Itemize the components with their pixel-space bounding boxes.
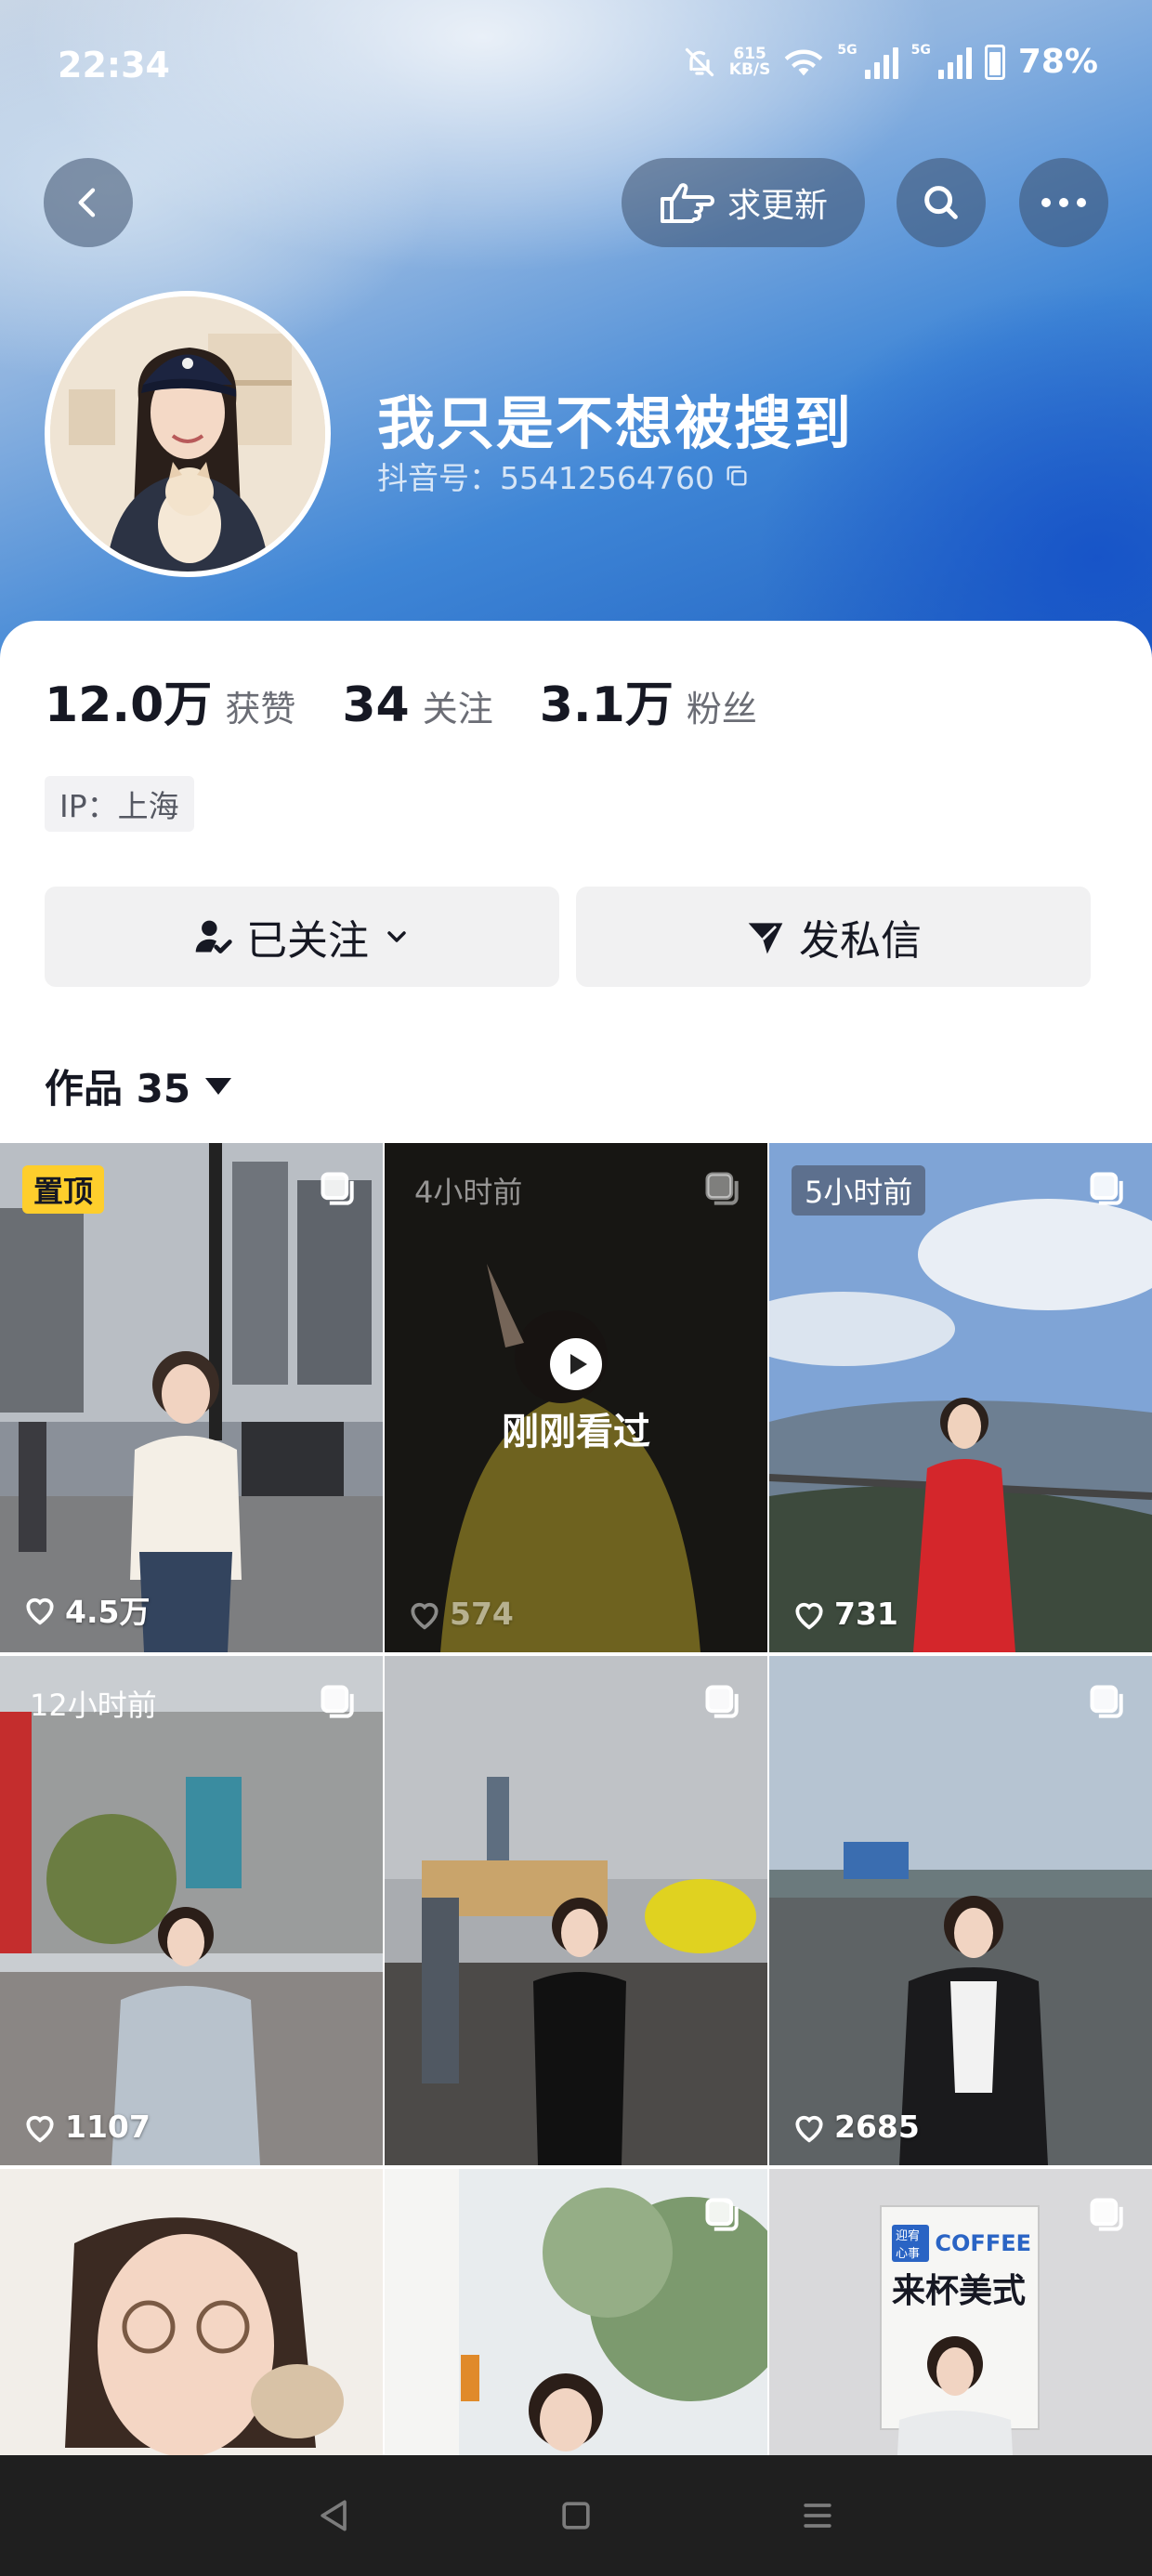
just-watched-label: 刚刚看过 [385, 1338, 767, 1455]
battery-percent: 78% [1017, 43, 1098, 81]
video-tile[interactable]: 4小时前 刚刚看过 574 [385, 1143, 767, 1652]
video-thumbnail [769, 1656, 1152, 2165]
nav-back-icon[interactable] [314, 2495, 355, 2536]
profile-stats: 12.0万 获赞 34 关注 3.1万 粉丝 [45, 665, 804, 735]
profile-name: 我只是不想被搜到 [377, 389, 854, 457]
play-icon [550, 1338, 602, 1390]
stat-followers-label: 粉丝 [686, 689, 757, 729]
send-message-label: 发私信 [799, 917, 922, 965]
system-navigation-bar [0, 2455, 1152, 2576]
like-count: 4.5万 [22, 1587, 150, 1632]
send-message-button[interactable]: 发私信 [576, 887, 1091, 987]
status-bar: 22:34 615 KB/S 5G 5G 78% [0, 0, 1152, 139]
network-speed: 615 KB/S [728, 44, 771, 79]
video-thumbnail [0, 1656, 383, 2165]
following-button-label: 已关注 [246, 917, 369, 965]
status-time: 22:34 [58, 45, 170, 85]
status-icons: 615 KB/S 5G 5G 78% [683, 43, 1098, 81]
stat-following-label: 关注 [422, 689, 493, 729]
nav-home-icon[interactable] [556, 2495, 596, 2536]
signal2-label: 5G [910, 43, 931, 58]
stat-likes-value: 12.0万 [45, 677, 213, 733]
signal1-label: 5G [837, 43, 857, 58]
heart-icon [411, 1602, 439, 1630]
wifi-icon [785, 49, 823, 75]
video-thumbnail [0, 1143, 383, 1652]
heart-icon [26, 2115, 54, 2143]
paper-plane-icon [748, 923, 783, 954]
profile-id-text: 抖音号：55412564760 [377, 460, 714, 496]
stat-followers[interactable]: 3.1万 粉丝 [540, 665, 757, 735]
signal1-bars-icon [864, 46, 898, 79]
video-tile[interactable]: 5小时前 731 [769, 1143, 1152, 1652]
more-icon [1041, 198, 1086, 207]
battery-icon [984, 44, 1005, 80]
mute-bell-icon [685, 47, 713, 76]
multi-image-icon [1090, 2198, 1123, 2231]
multi-image-icon [321, 1172, 354, 1205]
like-count: 731 [792, 1596, 898, 1632]
post-time: 4小时前 [414, 1175, 523, 1210]
heart-icon [795, 2115, 823, 2143]
multi-image-icon [705, 1685, 739, 1718]
chevron-down-icon [387, 931, 406, 942]
video-tile[interactable]: 2685 [769, 1656, 1152, 2165]
video-tile[interactable] [385, 1656, 767, 2165]
poster-text: 迎宥心事 COFFEE 来杯美式 [892, 2225, 1031, 2312]
multi-image-icon [1090, 1172, 1123, 1205]
nav-recents-icon[interactable] [797, 2495, 838, 2536]
pinned-badge: 置顶 [22, 1165, 105, 1214]
profile-id[interactable]: 抖音号：55412564760 [377, 453, 750, 498]
search-icon [924, 186, 958, 219]
video-thumbnail [769, 1143, 1152, 1652]
profile-actions: 已关注 发私信 [45, 887, 1091, 987]
video-tile[interactable]: 12小时前 1107 [0, 1656, 383, 2165]
avatar-photo [50, 296, 325, 572]
stat-likes-label: 获赞 [225, 689, 296, 729]
request-update-button[interactable]: 求更新 [622, 158, 865, 247]
back-arrow-icon [78, 188, 96, 217]
copy-icon[interactable] [724, 463, 750, 489]
stat-following[interactable]: 34 关注 [342, 677, 492, 733]
caret-down-icon [205, 1077, 232, 1095]
stat-following-value: 34 [342, 677, 410, 733]
like-count: 1107 [22, 2109, 151, 2145]
like-count: 2685 [792, 2109, 920, 2145]
following-button[interactable]: 已关注 [45, 887, 559, 987]
profile-info-card: 12.0万 获赞 34 关注 3.1万 粉丝 IP：上海 已关注 发私信 作品 … [0, 621, 1152, 1141]
ip-location-tag: IP：上海 [45, 776, 194, 832]
video-thumbnail [385, 1656, 767, 2165]
heart-icon [26, 1597, 54, 1625]
request-update-label: 求更新 [727, 187, 828, 225]
multi-image-icon [705, 2198, 739, 2231]
works-count: 作品 35 [45, 1066, 191, 1111]
multi-image-icon [321, 1685, 354, 1718]
video-tile[interactable]: 置顶 4.5万 [0, 1143, 383, 1652]
stat-likes[interactable]: 12.0万 获赞 [45, 665, 295, 735]
post-time: 5小时前 [792, 1165, 926, 1216]
multi-image-icon [705, 1172, 739, 1205]
user-check-icon [195, 920, 232, 953]
pointing-hand-icon [660, 183, 714, 223]
signal2-bars-icon [937, 46, 972, 79]
stat-followers-value: 3.1万 [539, 677, 674, 733]
back-button[interactable] [44, 158, 133, 247]
post-time: 12小时前 [30, 1688, 157, 1723]
heart-icon [795, 1602, 823, 1630]
avatar[interactable] [45, 291, 331, 577]
multi-image-icon [1090, 1685, 1123, 1718]
works-sort-dropdown[interactable]: 作品 35 [45, 1058, 232, 1114]
more-options-button[interactable] [1019, 158, 1108, 247]
like-count: 574 [407, 1596, 514, 1632]
search-button[interactable] [897, 158, 986, 247]
